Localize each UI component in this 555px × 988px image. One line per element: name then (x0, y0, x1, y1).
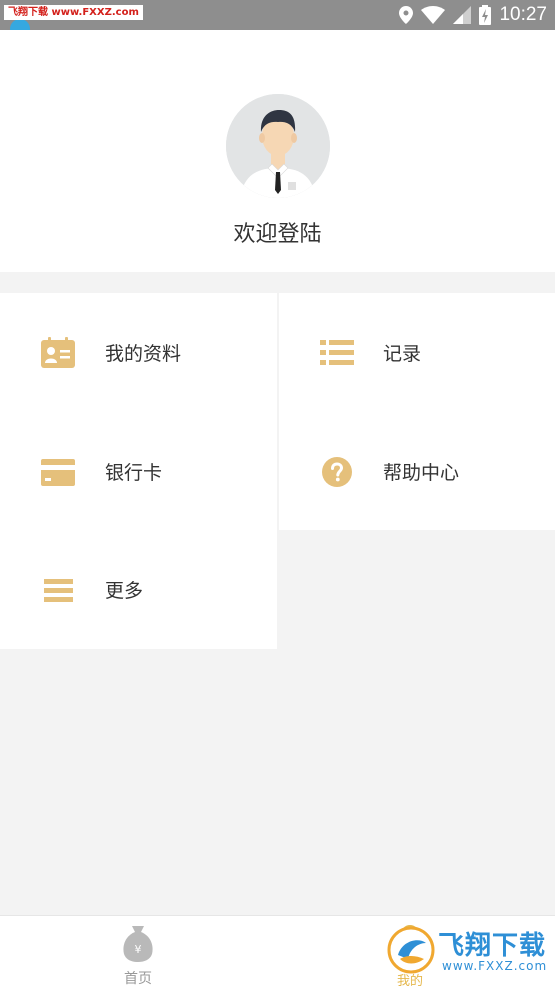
menu-item-my-profile[interactable]: 我的资料 (0, 293, 277, 412)
menu-label-more: 更多 (105, 580, 144, 602)
profile-header: 欢迎登陆 (0, 30, 555, 272)
question-icon (322, 457, 352, 487)
menu-item-more[interactable]: 更多 (0, 530, 277, 649)
id-card-icon (41, 337, 75, 368)
menu-label-bank-card: 银行卡 (105, 462, 163, 484)
watermark-logo: 飞翔下载 www.FXXZ.com (386, 921, 550, 981)
status-time: 10:27 (499, 4, 547, 25)
watermark-badge: 飞翔下载 www.FXXZ.com (4, 5, 143, 20)
list-icon (320, 340, 354, 365)
menu-label-my-profile: 我的资料 (105, 343, 182, 365)
watermark-title: 飞翔下载 (438, 931, 547, 961)
location-icon (399, 6, 414, 24)
watermark-emblem-icon (387, 926, 435, 974)
welcome-text: 欢迎登陆 (233, 222, 322, 247)
watermark-globe-icon (10, 19, 30, 30)
menu-label-records: 记录 (383, 343, 422, 365)
nav-home[interactable]: ¥ 首页 (108, 920, 168, 987)
menu-item-records[interactable]: 记录 (279, 293, 555, 412)
credit-card-icon (41, 459, 75, 486)
status-bar: 飞翔下载 www.FXXZ.com 10:27 (0, 0, 555, 30)
battery-charging-icon (479, 5, 492, 25)
money-bag-icon: ¥ (123, 926, 153, 962)
watermark-url: www.FXXZ.com (442, 959, 548, 973)
svg-text:¥: ¥ (135, 943, 142, 956)
nav-home-label: 首页 (124, 971, 152, 987)
menu-label-help-center: 帮助中心 (383, 462, 460, 484)
user-avatar-icon[interactable] (226, 94, 330, 198)
menu-item-help-center[interactable]: 帮助中心 (279, 412, 555, 530)
menu-lines-icon (44, 579, 73, 602)
signal-icon (453, 6, 472, 24)
wifi-icon (421, 6, 446, 24)
menu-item-bank-card[interactable]: 银行卡 (0, 412, 277, 530)
